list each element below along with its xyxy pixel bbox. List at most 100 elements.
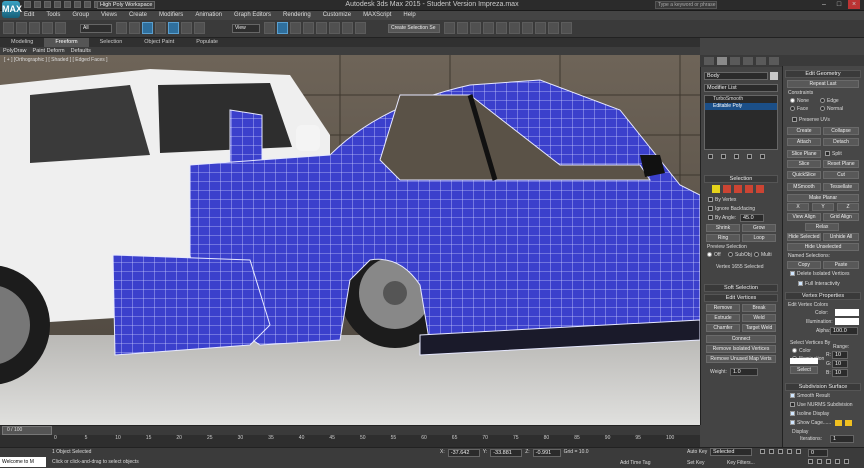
previous-frame-icon[interactable] (769, 449, 774, 454)
make-unique-icon[interactable] (734, 154, 739, 159)
by-angle-spinner[interactable]: 45.0 (740, 214, 764, 222)
planar-z-button[interactable]: Z (837, 203, 859, 211)
tab-freeform[interactable]: Freeform (44, 38, 89, 47)
reset-plane-button[interactable]: Reset Plane (823, 160, 859, 168)
object-name-field[interactable]: Body (704, 72, 768, 80)
layer-explorer-icon[interactable] (470, 22, 481, 34)
cage-color-swatch-2[interactable] (845, 420, 852, 426)
percent-snap-icon[interactable] (329, 22, 340, 34)
select-color-swatch[interactable] (790, 358, 818, 364)
tab-modeling[interactable]: Modeling (0, 38, 44, 47)
menu-group[interactable]: Group (72, 11, 89, 20)
schematic-view-icon[interactable] (509, 22, 520, 34)
connect-button[interactable]: Connect (706, 335, 776, 343)
menu-tools[interactable]: Tools (46, 11, 60, 20)
edge-level-icon[interactable] (723, 185, 731, 193)
menu-views[interactable]: Views (101, 11, 117, 20)
quickslice-button[interactable]: QuickSlice (787, 171, 821, 179)
orbit-icon[interactable] (835, 459, 840, 464)
time-slider-thumb[interactable]: 0 / 100 (2, 426, 52, 435)
border-level-icon[interactable] (734, 185, 742, 193)
cut-button[interactable]: Cut (823, 171, 859, 179)
configure-modifier-sets-icon[interactable] (760, 154, 765, 159)
zoom-all-icon[interactable] (817, 459, 822, 464)
select-button[interactable]: Select (790, 366, 818, 374)
illumination-color-swatch[interactable] (835, 318, 859, 325)
edit-named-sets-icon[interactable] (355, 22, 366, 34)
range-b-spinner[interactable]: 10 (832, 369, 848, 377)
chamfer-button[interactable]: Chamfer (706, 324, 740, 332)
menu-help[interactable]: Help (403, 11, 415, 20)
maximize-viewport-icon[interactable] (844, 459, 849, 464)
grid-align-button[interactable]: Grid Align (823, 213, 859, 221)
menu-edit[interactable]: Edit (24, 11, 34, 20)
constraint-normal-radio[interactable]: Normal (820, 106, 843, 112)
edit-geometry-rollout-header[interactable]: Edit Geometry (785, 70, 861, 78)
target-weld-button[interactable]: Target Weld (742, 324, 776, 332)
msmooth-button[interactable]: MSmooth (787, 183, 821, 191)
delete-isolated-checkbox[interactable]: Delete Isolated Vertices (790, 271, 850, 277)
play-icon[interactable] (778, 449, 783, 454)
attach-button[interactable]: Attach (787, 138, 821, 146)
move-icon[interactable] (168, 22, 179, 34)
ring-button[interactable]: Ring (706, 234, 740, 242)
menu-modifiers[interactable]: Modifiers (159, 11, 183, 20)
extrude-button[interactable]: Extrude (706, 314, 740, 322)
full-interactivity-checkbox[interactable]: Full Interactivity (798, 281, 840, 287)
view-align-button[interactable]: View Align (787, 213, 821, 221)
maximize-icon[interactable]: □ (833, 0, 845, 9)
snaps-toggle-icon[interactable] (303, 22, 314, 34)
x-coordinate-field[interactable]: -37.642 (447, 449, 480, 457)
close-icon[interactable]: × (848, 0, 860, 9)
spinner-snap-icon[interactable] (342, 22, 353, 34)
hide-unselected-button[interactable]: Hide Unselected (787, 243, 859, 251)
panel-polydraw[interactable]: PolyDraw (0, 47, 30, 55)
viewport-label[interactable]: [ + ] [Orthographic ] [ Shaded ] [ Edged… (4, 57, 108, 63)
select-by-color-radio[interactable]: Color (792, 348, 811, 354)
redo-icon[interactable] (64, 1, 71, 8)
iterations-spinner[interactable]: 1 (830, 435, 854, 443)
remove-button[interactable]: Remove (706, 304, 740, 312)
menu-customize[interactable]: Customize (323, 11, 351, 20)
relax-button[interactable]: Relax (805, 223, 839, 231)
menu-animation[interactable]: Animation (195, 11, 222, 20)
redo-icon[interactable] (16, 22, 27, 34)
soft-selection-rollout-header[interactable]: Soft Selection (704, 284, 778, 292)
paste-button[interactable]: Paste (823, 261, 859, 269)
alpha-spinner[interactable]: 100.0 (830, 327, 858, 335)
add-time-tag[interactable]: Add Time Tag (620, 460, 650, 466)
key-filters-button[interactable]: Key Filters... (727, 460, 755, 466)
go-to-end-icon[interactable] (796, 449, 801, 454)
select-object-icon[interactable] (116, 22, 127, 34)
hierarchy-tab-icon[interactable] (730, 57, 740, 65)
element-level-icon[interactable] (756, 185, 764, 193)
vertex-level-icon[interactable] (712, 185, 720, 193)
panel-defaults[interactable]: Defaults (68, 47, 94, 55)
remove-modifier-icon[interactable] (747, 154, 752, 159)
create-tab-icon[interactable] (704, 57, 714, 65)
current-frame-field[interactable]: 0 (808, 449, 828, 457)
utilities-tab-icon[interactable] (769, 57, 779, 65)
select-by-name-icon[interactable] (129, 22, 140, 34)
grow-button[interactable]: Grow (742, 224, 776, 232)
selection-rollout-header[interactable]: Selection (704, 175, 778, 183)
edit-vertices-rollout-header[interactable]: Edit Vertices (704, 294, 778, 302)
render-production-icon[interactable] (561, 22, 572, 34)
isoline-display-checkbox[interactable]: Isoline Display (790, 411, 829, 417)
search-input[interactable]: Type a keyword or phrase (655, 1, 717, 9)
tessellate-button[interactable]: Tessellate (823, 183, 859, 191)
menu-rendering[interactable]: Rendering (283, 11, 311, 20)
render-setup-icon[interactable] (535, 22, 546, 34)
named-selection-sets-dropdown[interactable]: Create Selection Se (388, 24, 440, 33)
weld-button[interactable]: Weld (742, 314, 776, 322)
material-editor-icon[interactable] (522, 22, 533, 34)
object-color-swatch[interactable] (770, 72, 778, 80)
subdivision-surface-rollout-header[interactable]: Subdivision Surface (785, 383, 861, 391)
use-nurms-checkbox[interactable]: Use NURMS Subdivision (790, 402, 853, 408)
remove-isolated-vertices-button[interactable]: Remove Isolated Vertices (706, 345, 776, 353)
weight-spinner[interactable]: 1.0 (730, 368, 758, 376)
undo-icon[interactable] (3, 22, 14, 34)
loop-button[interactable]: Loop (742, 234, 776, 242)
tab-selection[interactable]: Selection (89, 38, 134, 47)
pivot-center-icon[interactable] (264, 22, 275, 34)
